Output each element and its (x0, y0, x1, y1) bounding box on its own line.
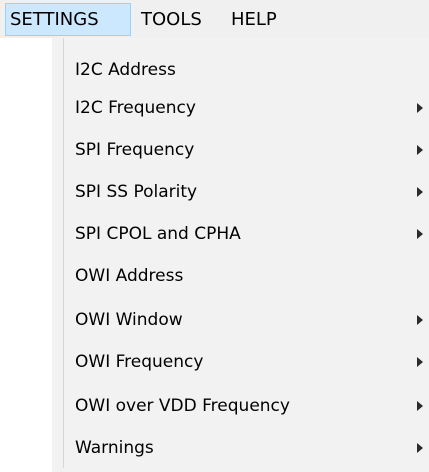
menu-help[interactable]: HELP (231, 3, 277, 36)
submenu-arrow-icon (417, 103, 423, 113)
submenu-arrow-icon (417, 315, 423, 325)
menu-item-label: OWI Window (75, 310, 183, 330)
submenu-arrow-icon (417, 229, 423, 239)
menu-item-label: I2C Address (75, 60, 176, 80)
menu-item-owi-window[interactable]: OWI Window (52, 300, 429, 340)
menu-item-spi-cpol-cpha[interactable]: SPI CPOL and CPHA (52, 214, 429, 254)
menu-item-owi-over-vdd-frequency[interactable]: OWI over VDD Frequency (52, 386, 429, 426)
menu-item-owi-address[interactable]: OWI Address (52, 256, 429, 296)
submenu-arrow-icon (417, 187, 423, 197)
submenu-arrow-icon (417, 357, 423, 367)
menu-item-owi-frequency[interactable]: OWI Frequency (52, 342, 429, 382)
menu-item-label: OWI over VDD Frequency (75, 396, 290, 416)
menu-item-spi-ss-polarity[interactable]: SPI SS Polarity (52, 172, 429, 212)
menu-item-label: SPI SS Polarity (75, 182, 198, 202)
menu-item-label: SPI Frequency (75, 140, 195, 160)
submenu-arrow-icon (417, 443, 423, 453)
menu-item-label: SPI CPOL and CPHA (75, 224, 241, 244)
menu-tools[interactable]: TOOLS (141, 3, 202, 36)
menu-item-label: OWI Address (75, 266, 184, 286)
menu-item-i2c-frequency[interactable]: I2C Frequency (52, 88, 429, 128)
menu-settings[interactable]: SETTINGS (5, 3, 131, 36)
menu-item-label: Warnings (75, 438, 154, 458)
submenu-arrow-icon (417, 401, 423, 411)
menu-item-label: OWI Frequency (75, 352, 204, 372)
submenu-arrow-icon (417, 145, 423, 155)
menu-item-warnings[interactable]: Warnings (52, 428, 429, 468)
menu-bar: SETTINGS TOOLS HELP (0, 0, 429, 38)
menu-item-i2c-address[interactable]: I2C Address (52, 50, 429, 90)
menu-item-label: I2C Frequency (75, 98, 196, 118)
menu-item-spi-frequency[interactable]: SPI Frequency (52, 130, 429, 170)
